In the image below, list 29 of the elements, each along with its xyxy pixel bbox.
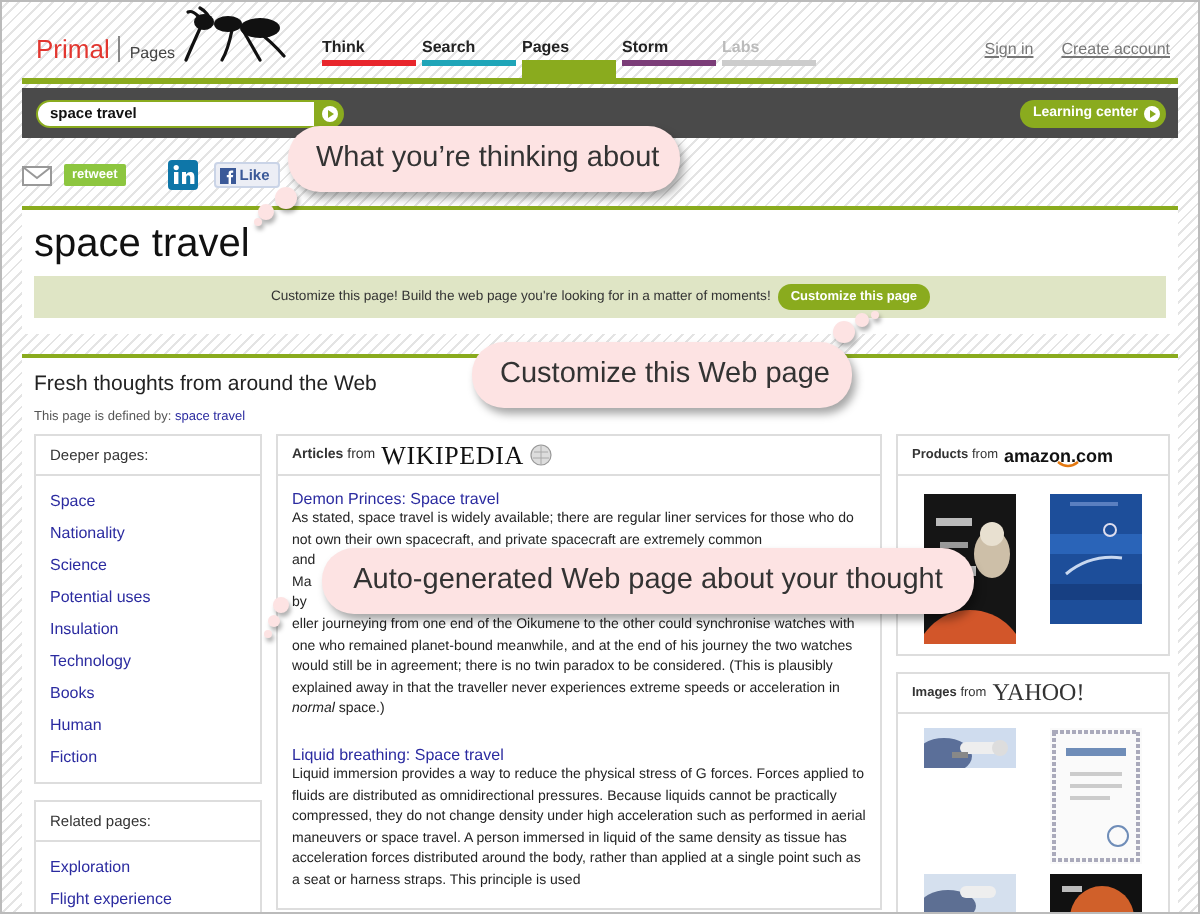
page-link[interactable]: Human [50, 710, 246, 742]
page-link[interactable]: Space [50, 486, 246, 518]
nav-tab[interactable]: Pages [522, 2, 616, 78]
callout-bubble: What you’re thinking about [288, 126, 680, 192]
account-link[interactable]: Sign in [984, 40, 1034, 58]
page-link[interactable]: Insulation [50, 614, 246, 646]
nav-tab[interactable]: Storm [622, 2, 716, 78]
nav-tab[interactable]: Search [422, 2, 516, 78]
logo-brand: Primal [36, 36, 120, 62]
callout-bubble: Customize this Web page [472, 342, 852, 408]
page-link[interactable]: Fiction [50, 742, 246, 774]
logo-product: Pages [127, 44, 176, 62]
account-link[interactable]: Create account [1061, 40, 1170, 58]
source-logo: YAHOO! [992, 678, 1085, 708]
nav-tab[interactable]: Think [322, 2, 416, 78]
page-link[interactable]: Potential uses [50, 582, 246, 614]
page-title: space travel [34, 220, 252, 268]
section-title: Fresh thoughts from around the Web [34, 372, 377, 396]
callout-bubble: Auto-generated Web page about your thought [322, 548, 974, 615]
page-link[interactable]: Technology [50, 646, 246, 678]
page-link[interactable]: Books [50, 678, 246, 710]
article-link[interactable]: Demon Princes: Space travel [292, 488, 866, 510]
article-link[interactable]: Liquid breathing: Space travel [292, 743, 866, 766]
page-link[interactable]: Exploration [50, 852, 246, 884]
source-logo: amazon.com [1003, 445, 1113, 465]
page-link[interactable]: Flight experience [50, 884, 246, 912]
source-logo: WIKIPEDIA [381, 439, 524, 471]
page-link[interactable]: Science [50, 550, 246, 582]
page-link[interactable]: Nationality [50, 518, 246, 550]
